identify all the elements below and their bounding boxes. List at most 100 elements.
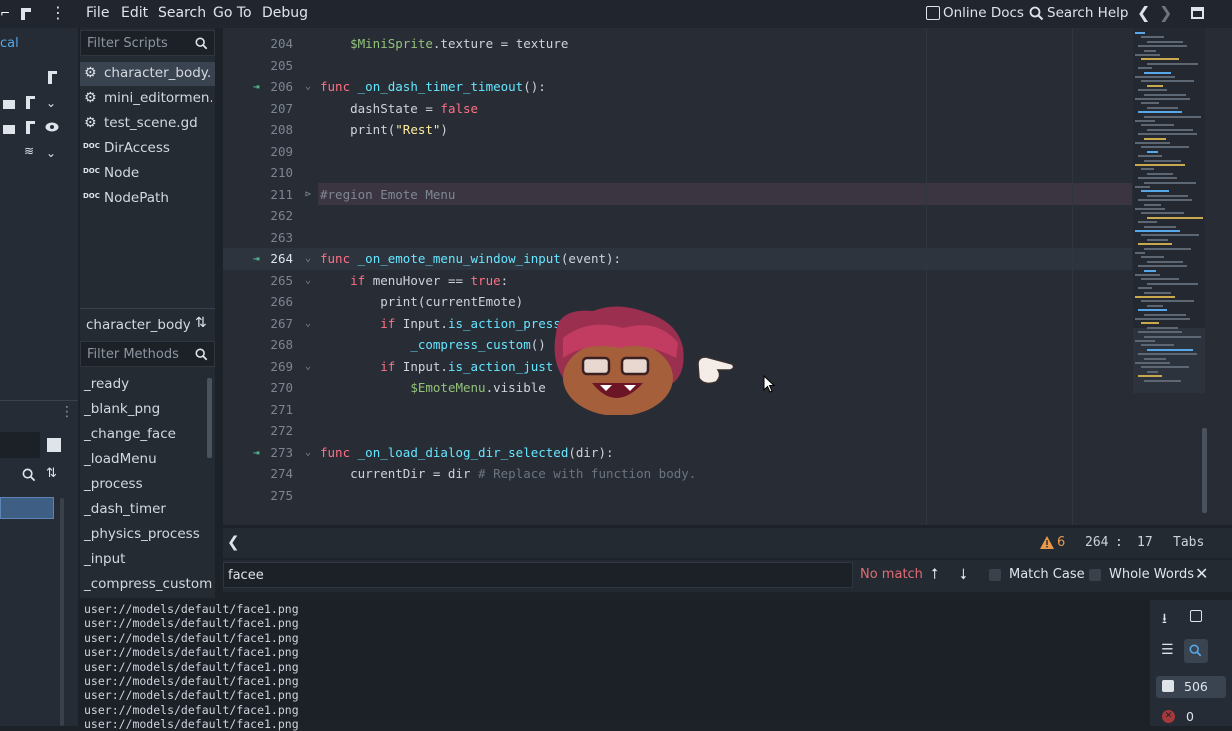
chevron-down-icon[interactable]: ⌄ bbox=[46, 146, 56, 160]
code-line[interactable]: currentDir = dir # Replace with function… bbox=[320, 466, 696, 481]
code-line[interactable]: if Input.is_action_just bbox=[320, 359, 553, 374]
code-line[interactable]: print("Rest") bbox=[320, 122, 448, 137]
fold-arrow-icon[interactable]: ⌄ bbox=[305, 81, 311, 92]
script-item[interactable]: ⚙ character_body... bbox=[80, 62, 215, 86]
code-editor[interactable]: 204 $MiniSprite.texture = texture 205 206 ⇥… bbox=[223, 28, 1232, 525]
fold-arrow-icon[interactable]: ⌄ bbox=[305, 318, 311, 329]
distraction-free-icon[interactable] bbox=[19, 6, 33, 22]
script-item[interactable]: ⚙ mini_editormen... bbox=[80, 87, 215, 111]
method-item[interactable]: _loadMenu bbox=[84, 451, 157, 467]
menu-debug[interactable]: Debug bbox=[262, 5, 308, 21]
line-number[interactable]: 275 bbox=[223, 488, 293, 503]
filter-methods-input[interactable]: Filter Methods bbox=[80, 341, 215, 367]
history-forward-icon[interactable]: ❯ bbox=[1159, 3, 1172, 22]
line-number[interactable]: 210 bbox=[223, 165, 293, 180]
code-line[interactable]: $MiniSprite.texture = texture bbox=[320, 36, 568, 51]
menu-file[interactable]: File bbox=[86, 5, 109, 21]
code-minimap[interactable] bbox=[1133, 28, 1205, 393]
code-line[interactable]: _compress_custom() bbox=[320, 337, 545, 352]
connected-signal-icon[interactable]: ⇥ bbox=[253, 446, 260, 459]
method-item[interactable]: _process bbox=[84, 476, 143, 492]
more-options-icon[interactable]: ⋮ bbox=[50, 3, 66, 22]
code-line[interactable]: func _on_load_dialog_dir_selected(dir): bbox=[320, 445, 614, 460]
line-number[interactable]: 266 bbox=[223, 294, 293, 309]
line-number[interactable]: 265 bbox=[223, 273, 293, 288]
line-number[interactable]: 270 bbox=[223, 380, 293, 395]
messages-filter[interactable]: 506 bbox=[1156, 676, 1226, 698]
find-next-icon[interactable]: ⭣ bbox=[960, 565, 967, 583]
line-number[interactable]: 208 bbox=[223, 122, 293, 137]
script-item[interactable]: DOC NodePath bbox=[80, 187, 215, 211]
code-line[interactable]: func _on_dash_timer_timeout(): bbox=[320, 79, 546, 94]
output-log[interactable]: user://models/default/face1.png user://mo… bbox=[78, 600, 1150, 731]
filter-scripts-input[interactable]: Filter Scripts bbox=[80, 30, 215, 56]
search-help-button[interactable]: Search Help bbox=[1047, 5, 1128, 21]
editor-scrollbar[interactable] bbox=[1202, 428, 1207, 513]
script-tab-edge[interactable]: ⌐ bbox=[0, 6, 10, 20]
script-icon[interactable] bbox=[24, 120, 37, 135]
line-number[interactable]: 269 bbox=[223, 359, 293, 374]
connected-signal-icon[interactable]: ⇥ bbox=[253, 252, 260, 265]
dock-scrollbar[interactable] bbox=[60, 498, 64, 726]
find-previous-icon[interactable]: ⭡ bbox=[931, 565, 938, 583]
line-number[interactable]: 272 bbox=[223, 423, 293, 438]
window-toggle-icon[interactable] bbox=[1191, 7, 1204, 19]
script-item[interactable]: DOC DirAccess bbox=[80, 137, 215, 161]
match-case-checkbox[interactable] bbox=[989, 569, 1001, 581]
method-item[interactable]: _physics_process bbox=[84, 526, 200, 542]
code-line[interactable]: $EmoteMenu.visible bbox=[320, 380, 545, 395]
code-line[interactable]: if menuHover == true: bbox=[320, 273, 508, 288]
line-number[interactable]: 267 bbox=[223, 316, 293, 331]
filter-field[interactable] bbox=[0, 432, 40, 458]
eye-icon[interactable] bbox=[45, 122, 59, 132]
script-item[interactable]: ⚙ test_scene.gd bbox=[80, 112, 215, 136]
line-number[interactable]: 263 bbox=[223, 230, 293, 245]
code-line[interactable]: func _on_emote_menu_window_input(event): bbox=[320, 251, 621, 266]
copy-icon[interactable] bbox=[1190, 610, 1202, 622]
clear-output-icon[interactable]: ⭳ bbox=[1162, 608, 1167, 632]
error-icon[interactable]: ✕ bbox=[1162, 710, 1175, 723]
method-item[interactable]: _blank_png bbox=[84, 401, 160, 417]
code-line[interactable]: print(currentEmote) bbox=[320, 294, 523, 309]
line-number[interactable]: 207 bbox=[223, 101, 293, 116]
script-icon[interactable] bbox=[46, 70, 59, 85]
chevron-down-icon[interactable]: ⌄ bbox=[46, 96, 56, 110]
history-back-icon[interactable]: ❮ bbox=[1137, 3, 1150, 22]
code-line[interactable]: #region Emote Menu bbox=[320, 187, 455, 202]
selected-row[interactable] bbox=[0, 497, 54, 519]
match-case-label[interactable]: Match Case bbox=[1009, 567, 1085, 582]
indent-mode[interactable]: Tabs bbox=[1173, 535, 1204, 550]
code-line[interactable]: dashState = false bbox=[320, 101, 478, 116]
search-icon[interactable] bbox=[22, 468, 36, 482]
sort-methods-icon[interactable]: ⇅ bbox=[195, 315, 207, 331]
online-docs-button[interactable]: Online Docs bbox=[943, 5, 1024, 21]
line-number[interactable]: 268 bbox=[223, 337, 293, 352]
connected-signal-icon[interactable]: ⇥ bbox=[253, 80, 260, 93]
method-item[interactable]: _dash_timer bbox=[84, 501, 166, 517]
fold-arrow-icon[interactable]: ⌄ bbox=[305, 447, 311, 458]
unfold-icon[interactable]: ⊳ bbox=[305, 189, 311, 200]
find-input[interactable]: facee bbox=[223, 562, 853, 588]
line-number[interactable]: 211 bbox=[223, 187, 293, 202]
collapse-icon[interactable]: ☰ bbox=[1161, 642, 1174, 658]
method-item[interactable]: _ready bbox=[84, 376, 129, 392]
script-icon[interactable] bbox=[24, 95, 37, 110]
line-number[interactable]: 262 bbox=[223, 208, 293, 223]
script-item[interactable]: DOC Node bbox=[80, 162, 215, 186]
dock-menu-icon[interactable]: ⋮ bbox=[60, 404, 74, 420]
menu-edit[interactable]: Edit bbox=[121, 5, 148, 21]
line-number[interactable]: 274 bbox=[223, 466, 293, 481]
scene-tab[interactable]: cal bbox=[0, 36, 19, 51]
fold-arrow-icon[interactable]: ⌄ bbox=[305, 275, 311, 286]
fold-arrow-icon[interactable]: ⌄ bbox=[305, 361, 311, 372]
methods-scrollbar[interactable] bbox=[207, 378, 212, 458]
search-toggle[interactable] bbox=[1184, 639, 1208, 663]
menu-goto[interactable]: Go To bbox=[213, 5, 252, 21]
code-line[interactable]: if Input.is_action_press bbox=[320, 316, 561, 331]
sort-icon[interactable]: ⇅ bbox=[46, 466, 57, 481]
method-item[interactable]: _input bbox=[84, 551, 125, 567]
stop-icon[interactable] bbox=[47, 438, 61, 452]
whole-words-checkbox[interactable] bbox=[1089, 569, 1101, 581]
close-icon[interactable]: ✕ bbox=[1195, 564, 1208, 583]
line-number[interactable]: 271 bbox=[223, 402, 293, 417]
